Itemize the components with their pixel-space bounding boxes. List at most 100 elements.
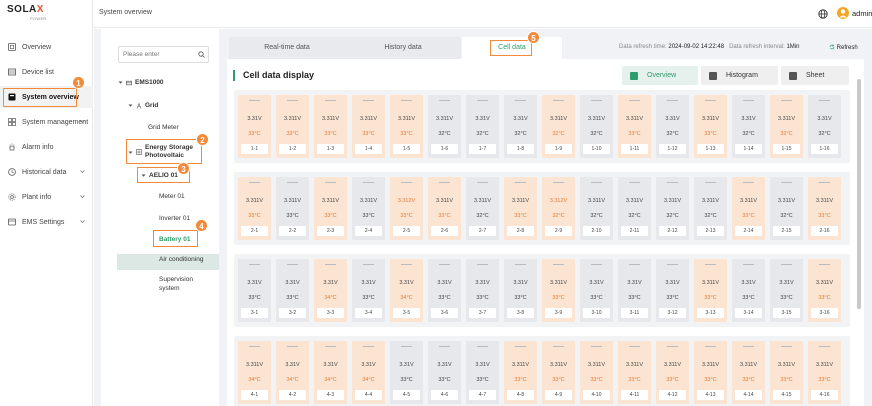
cell-card[interactable]: 3.311V 33°C 1-4 xyxy=(352,95,385,158)
cell-card[interactable]: 3.311V 33°C 1-5 xyxy=(390,95,423,158)
cell-card[interactable]: 3.311V 33°C 4-16 xyxy=(808,341,841,404)
cell-card[interactable]: 3.311V 33°C 4-15 xyxy=(770,341,803,404)
cell-card[interactable]: 3.311V 33°C 4-9 xyxy=(542,341,575,404)
cell-card[interactable]: 3.31V 33°C 4-6 xyxy=(428,341,461,404)
cell-card[interactable]: 3.31V 33°C 3-1 xyxy=(238,259,271,322)
cell-card[interactable]: 3.31V 33°C 4-7 xyxy=(466,341,499,404)
globe-icon[interactable] xyxy=(818,9,828,19)
sidebar-item-historical-data[interactable]: Historical data xyxy=(0,161,93,183)
sidebar-item-label: Historical data xyxy=(22,168,67,176)
cell-card[interactable]: 3.311V 33°C 4-13 xyxy=(694,341,727,404)
cell-card[interactable]: 3.311V 33°C 3-13 xyxy=(694,259,727,322)
sidebar-item-system-management[interactable]: System management xyxy=(0,111,93,133)
sidebar-item-plant-info[interactable]: Plant info xyxy=(0,186,93,208)
chevron-down-icon[interactable] xyxy=(80,119,85,124)
cell-card[interactable]: 3.31V 33°C 3-11 xyxy=(618,259,651,322)
tab-cell-data[interactable]: Cell data xyxy=(462,37,562,59)
cell-card[interactable]: 3.311V 33°C 2-6 xyxy=(428,177,461,240)
overview-view-button[interactable]: Overview xyxy=(622,66,698,85)
caret-down-icon[interactable] xyxy=(128,103,133,108)
tab-history-data[interactable]: History data xyxy=(345,37,461,59)
cell-card[interactable]: 3.31V 33°C 1-1 xyxy=(238,95,271,158)
tree-node-grid[interactable]: Grid xyxy=(128,102,158,109)
cell-card[interactable]: 3.311V 33°C 3-16 xyxy=(808,259,841,322)
cell-card[interactable]: 3.311V 33°C 2-8 xyxy=(504,177,537,240)
tab-real-time-data[interactable]: Real-time data xyxy=(229,37,345,59)
user-name[interactable]: admin xyxy=(852,9,872,18)
cell-card[interactable]: 3.311V 33°C 2-4 xyxy=(352,177,385,240)
cell-card[interactable]: 3.31V 34°C 4-2 xyxy=(276,341,309,404)
cell-card[interactable]: 3.311V 33°C 4-12 xyxy=(656,341,689,404)
tree-node-supervision[interactable]: Supervision system xyxy=(159,275,193,293)
cell-divider xyxy=(363,100,374,101)
cell-card[interactable]: 3.31V 33°C 3-7 xyxy=(466,259,499,322)
sidebar-item-alarm[interactable]: Alarm info xyxy=(0,136,93,158)
tree-node-meter[interactable]: Meter 01 xyxy=(159,193,185,200)
cell-card[interactable]: 3.31V 33°C 3-12 xyxy=(656,259,689,322)
cell-card[interactable]: 3.311V 33°C 4-8 xyxy=(504,341,537,404)
cell-card[interactable]: 3.31V 33°C 3-14 xyxy=(732,259,765,322)
cell-card[interactable]: 3.312V 32°C 2-9 xyxy=(542,177,575,240)
cell-card[interactable]: 3.311V 33°C 4-10 xyxy=(580,341,613,404)
tree-node-ems[interactable]: EMS1000 xyxy=(118,79,164,86)
cell-card[interactable]: 3.311V 33°C 2-3 xyxy=(314,177,347,240)
cell-card[interactable]: 3.31V 32°C 1-16 xyxy=(808,95,841,158)
sidebar-item-overview[interactable]: Overview xyxy=(0,36,93,58)
cell-card[interactable]: 3.311V 32°C 2-7 xyxy=(466,177,499,240)
cell-card[interactable]: 3.311V 33°C 2-1 xyxy=(238,177,271,240)
cell-card[interactable]: 3.311V 33°C 2-2 xyxy=(276,177,309,240)
cell-card[interactable]: 3.311V 32°C 1-15 xyxy=(770,95,803,158)
cell-divider xyxy=(705,182,716,183)
cell-card[interactable]: 3.311V 33°C 1-3 xyxy=(314,95,347,158)
avatar-icon[interactable] xyxy=(837,7,849,19)
chevron-down-icon[interactable] xyxy=(80,194,85,199)
chevron-down-icon[interactable] xyxy=(80,169,85,174)
cell-card[interactable]: 3.311V 33°C 1-2 xyxy=(276,95,309,158)
cell-card[interactable]: 3.31V 33°C 4-5 xyxy=(390,341,423,404)
cell-card[interactable]: 3.31V 33°C 3-4 xyxy=(352,259,385,322)
cell-card[interactable]: 3.31V 33°C 3-2 xyxy=(276,259,309,322)
cell-card[interactable]: 3.311V 33°C 1-13 xyxy=(694,95,727,158)
cell-card[interactable]: 3.311V 32°C 1-9 xyxy=(542,95,575,158)
cell-card[interactable]: 3.31V 34°C 4-4 xyxy=(352,341,385,404)
cell-card[interactable]: 3.311V 32°C 2-11 xyxy=(618,177,651,240)
sheet-view-button[interactable]: Sheet xyxy=(781,66,849,85)
cell-card[interactable]: 3.31V 34°C 3-3 xyxy=(314,259,347,322)
search-icon[interactable] xyxy=(198,51,205,58)
cell-card[interactable]: 3.311V 32°C 2-10 xyxy=(580,177,613,240)
cell-card[interactable]: 3.31V 33°C 3-15 xyxy=(770,259,803,322)
caret-down-icon[interactable] xyxy=(118,80,123,85)
tree-node-inverter[interactable]: Inverter 01 xyxy=(159,215,190,222)
chevron-down-icon[interactable] xyxy=(80,219,85,224)
cell-card[interactable]: 3.311V 33°C 4-11 xyxy=(618,341,651,404)
sidebar-item-ems-settings[interactable]: EMS Settings xyxy=(0,211,93,233)
refresh-button[interactable]: Refresh xyxy=(829,44,858,51)
cell-card[interactable]: 3.311V 34°C 4-1 xyxy=(238,341,271,404)
cell-card[interactable]: 3.31V 33°C 3-10 xyxy=(580,259,613,322)
cell-card[interactable]: 3.31V 32°C 1-7 xyxy=(466,95,499,158)
cell-card[interactable]: 3.311V 32°C 2-12 xyxy=(656,177,689,240)
cell-temperature: 32°C xyxy=(552,213,565,219)
cell-card[interactable]: 3.311V 33°C 2-16 xyxy=(808,177,841,240)
cell-card[interactable]: 3.31V 32°C 1-8 xyxy=(504,95,537,158)
cell-card[interactable]: 3.311V 32°C 1-6 xyxy=(428,95,461,158)
cell-card[interactable]: 3.311V 33°C 4-14 xyxy=(732,341,765,404)
tree-node-grid-meter[interactable]: Grid Meter xyxy=(148,124,179,131)
histogram-view-button[interactable]: Histogram xyxy=(701,66,778,85)
cell-card[interactable]: 3.31V 33°C 3-6 xyxy=(428,259,461,322)
cell-card[interactable]: 3.311V 33°C 3-9 xyxy=(542,259,575,322)
cell-card[interactable]: 3.31V 34°C 4-3 xyxy=(314,341,347,404)
cell-card[interactable]: 3.311V 32°C 2-15 xyxy=(770,177,803,240)
cell-card[interactable]: 3.311V 33°C 1-11 xyxy=(618,95,651,158)
cell-card[interactable]: 3.312V 33°C 2-5 xyxy=(390,177,423,240)
tree-search-input[interactable] xyxy=(118,46,209,63)
cell-card[interactable]: 3.31V 32°C 1-14 xyxy=(732,95,765,158)
cell-card[interactable]: 3.31V 34°C 3-5 xyxy=(390,259,423,322)
cell-card[interactable]: 3.311V 33°C 2-14 xyxy=(732,177,765,240)
cell-card[interactable]: 3.31V 32°C 1-12 xyxy=(656,95,689,158)
cell-card[interactable]: 3.31V 33°C 3-8 xyxy=(504,259,537,322)
cell-card[interactable]: 3.311V 32°C 2-13 xyxy=(694,177,727,240)
tree-node-air-conditioning[interactable]: Air conditioning xyxy=(159,256,203,263)
scrollbar[interactable] xyxy=(857,79,861,309)
cell-card[interactable]: 3.311V 32°C 1-10 xyxy=(580,95,613,158)
